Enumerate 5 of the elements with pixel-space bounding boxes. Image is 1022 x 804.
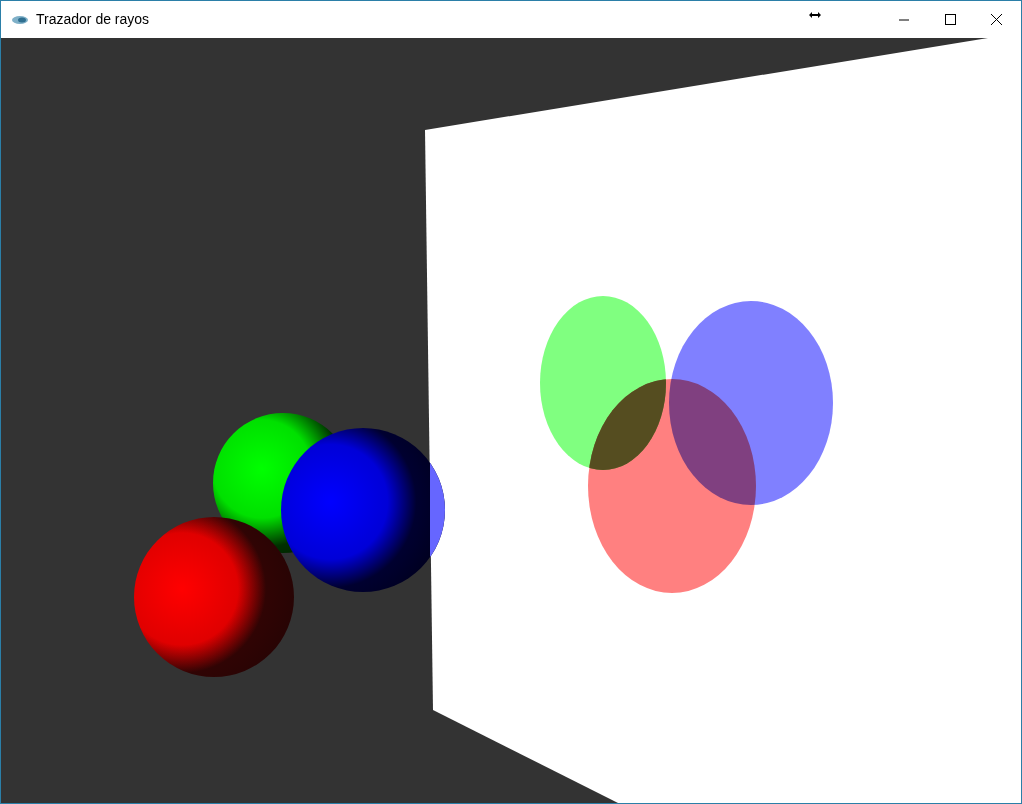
window-title: Trazador de rayos	[36, 10, 150, 29]
close-icon	[990, 14, 1002, 25]
app-icon	[11, 14, 29, 25]
resize-cursor-icon	[809, 10, 821, 19]
maximize-icon	[944, 14, 956, 25]
